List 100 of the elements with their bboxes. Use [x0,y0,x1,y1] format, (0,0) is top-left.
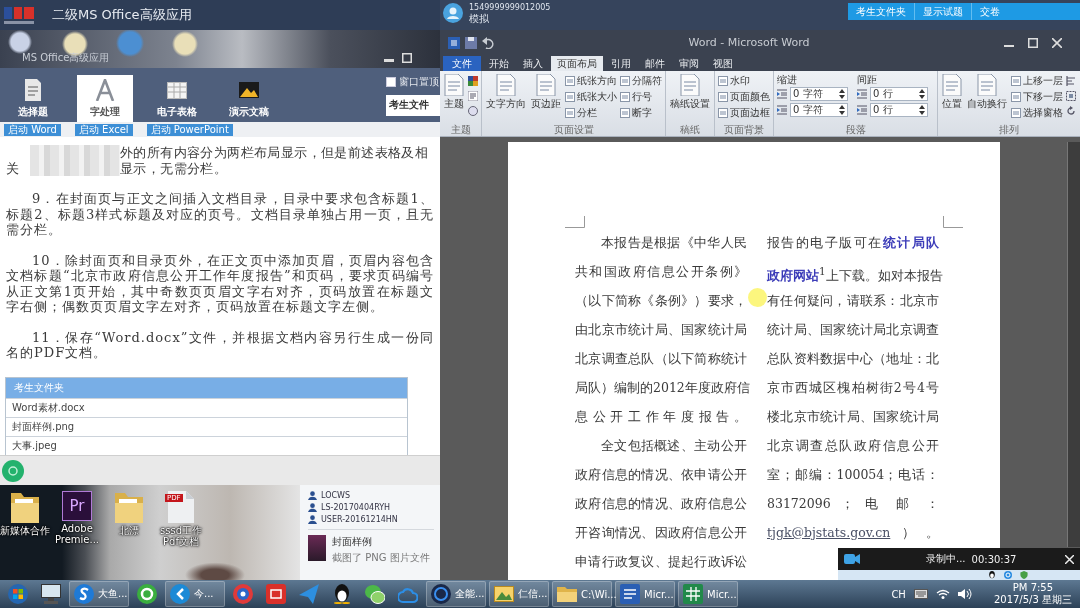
ribbon-tab[interactable]: 插入 [517,56,549,71]
spinner-arrows-icon[interactable] [919,105,925,115]
taskbar-button[interactable]: 大鱼... [69,581,129,607]
network-item[interactable]: LS-20170404RYH [308,503,434,512]
spinner-arrows-icon[interactable] [919,89,925,99]
candidate-id: 1549999999012005 [469,3,551,13]
penguin-icon[interactable] [332,584,352,604]
ribbon-tab[interactable]: 引用 [605,56,637,71]
spin-field[interactable]: 0 行 [870,103,928,117]
ribbon-button[interactable]: 页边距 [530,74,562,109]
app-tile[interactable]: Pr [62,491,92,521]
body-text: 全文包括概述、主动公开 [601,438,747,453]
ribbon-tab[interactable]: 文件 [443,56,481,71]
taskbar-button[interactable]: 今... [165,581,225,607]
ribbon-button[interactable]: 页面颜色 [718,90,770,104]
ribbon-button[interactable]: 稿纸设置 [669,74,711,109]
ribbon-button[interactable]: 水印 [718,74,770,88]
email-link[interactable]: tjgk@bjstats.gov.cn [767,525,891,540]
ribbon-button[interactable]: 自动换行 [966,74,1008,109]
spin-field[interactable]: 0 字符 [790,103,848,117]
page-icon [496,74,516,96]
maximize-icon[interactable] [1028,37,1038,48]
chat-bubbles-icon[interactable] [365,584,385,604]
group-label: 排列 [999,124,1019,136]
body-text: 开咨询情况、因政府信息公开 [575,525,747,540]
ribbon-button[interactable]: 纸张大小 [565,90,617,104]
folder-button[interactable]: 考生文件 [386,94,440,116]
clock-time[interactable]: PM 7:55 [1012,582,1054,594]
spreadsheet-app-icon [683,584,703,604]
body-text: ）。 [890,525,939,540]
hyperlink[interactable]: 统计局队 [882,235,939,250]
paper-plane-icon[interactable] [299,584,319,604]
speaker-icon[interactable] [957,589,972,599]
network-item[interactable]: USER-20161214HN [308,515,434,524]
ribbon-tab[interactable]: 开始 [483,56,515,71]
rotate-icon[interactable] [1066,106,1076,116]
clock-date[interactable]: 2017/5/3 星期三 [993,594,1072,606]
monitor-icon[interactable] [41,584,61,604]
taskbar-button[interactable]: 全能... [426,581,486,607]
ribbon-tab[interactable]: 视图 [707,56,739,71]
spinner-arrows-icon[interactable] [839,105,845,115]
ribbon-button[interactable]: 分栏 [565,106,617,120]
ribbon-button[interactable]: 断字 [620,106,662,120]
ribbon-tab[interactable]: 审阅 [673,56,705,71]
save-icon[interactable] [465,36,477,49]
taskbar-button[interactable]: Micr... [615,581,675,607]
ribbon-button[interactable]: 行号 [620,90,662,104]
ring-app-icon[interactable] [137,584,157,604]
avatar-icon [443,3,463,23]
file-icon[interactable] [168,491,194,523]
disc-app-icon [431,584,451,604]
penguin-icon[interactable] [988,571,996,579]
folder-icon[interactable] [11,491,39,523]
nav-tab[interactable]: 电子表格 [149,75,205,122]
nav-tab[interactable]: 选择题 [5,75,61,122]
ribbon-button[interactable]: 文字方向 [485,74,527,109]
document-app-icon[interactable] [448,36,460,49]
ribbon-button[interactable]: 分隔符 [620,74,662,88]
font-icon [95,78,115,101]
group-icon[interactable] [1066,91,1076,101]
swatch-icon[interactable] [468,76,478,86]
align-icon[interactable] [1066,76,1076,86]
ribbon-button[interactable]: 主题 [443,74,465,109]
window-caption: MS Office高级应用 [22,51,110,65]
keyboard-icon[interactable] [913,589,928,599]
ribbon-button[interactable]: 纸张方向 [565,74,617,88]
close-icon[interactable] [1052,37,1062,48]
undo-icon[interactable] [482,36,494,49]
target-app-icon[interactable] [233,584,253,604]
tile-app-icon[interactable] [266,584,286,604]
network-item[interactable]: LOCWS [308,491,434,500]
ribbon-tab[interactable]: 页面布局 [551,56,603,71]
body-text: 报告的电子版可在 [767,235,883,250]
shield-icon[interactable] [1020,571,1028,579]
start-orb-icon[interactable] [8,584,28,604]
checkbox[interactable] [386,76,396,87]
ribbon-button[interactable]: 上移一层 [1011,74,1063,88]
ribbon-button[interactable]: 位置 [941,74,963,109]
body-text: 息公开工作年度报告。 [575,409,747,424]
circle-icon[interactable] [468,106,478,116]
maximize-icon[interactable] [402,53,412,63]
ribbon-button[interactable]: 页面边框 [718,106,770,120]
taskbar-button[interactable]: 仁信... [489,581,549,607]
language-indicator[interactable]: CH [891,588,906,600]
page-icon [620,76,630,86]
hyperlink[interactable]: 政府网站 [767,268,819,284]
page-icon [718,76,728,86]
wifi-icon[interactable] [935,589,950,599]
spinner-arrows-icon[interactable] [839,89,845,99]
spin-field[interactable]: 0 字符 [790,87,848,101]
ribbon-button[interactable]: 选择窗格 [1011,106,1063,120]
spin-field[interactable]: 0 行 [870,87,928,101]
ribbon-tab[interactable]: 邮件 [639,56,671,71]
taskbar-button[interactable]: Micr... [678,581,738,607]
scrollbar[interactable] [1067,142,1080,547]
nav-tab[interactable]: 字处理 [77,75,133,122]
ribbon-button[interactable]: 下移一层 [1011,90,1063,104]
close-icon[interactable] [1065,554,1074,564]
nav-tab[interactable]: 演示文稿 [221,75,277,122]
page-icon [1011,76,1021,86]
